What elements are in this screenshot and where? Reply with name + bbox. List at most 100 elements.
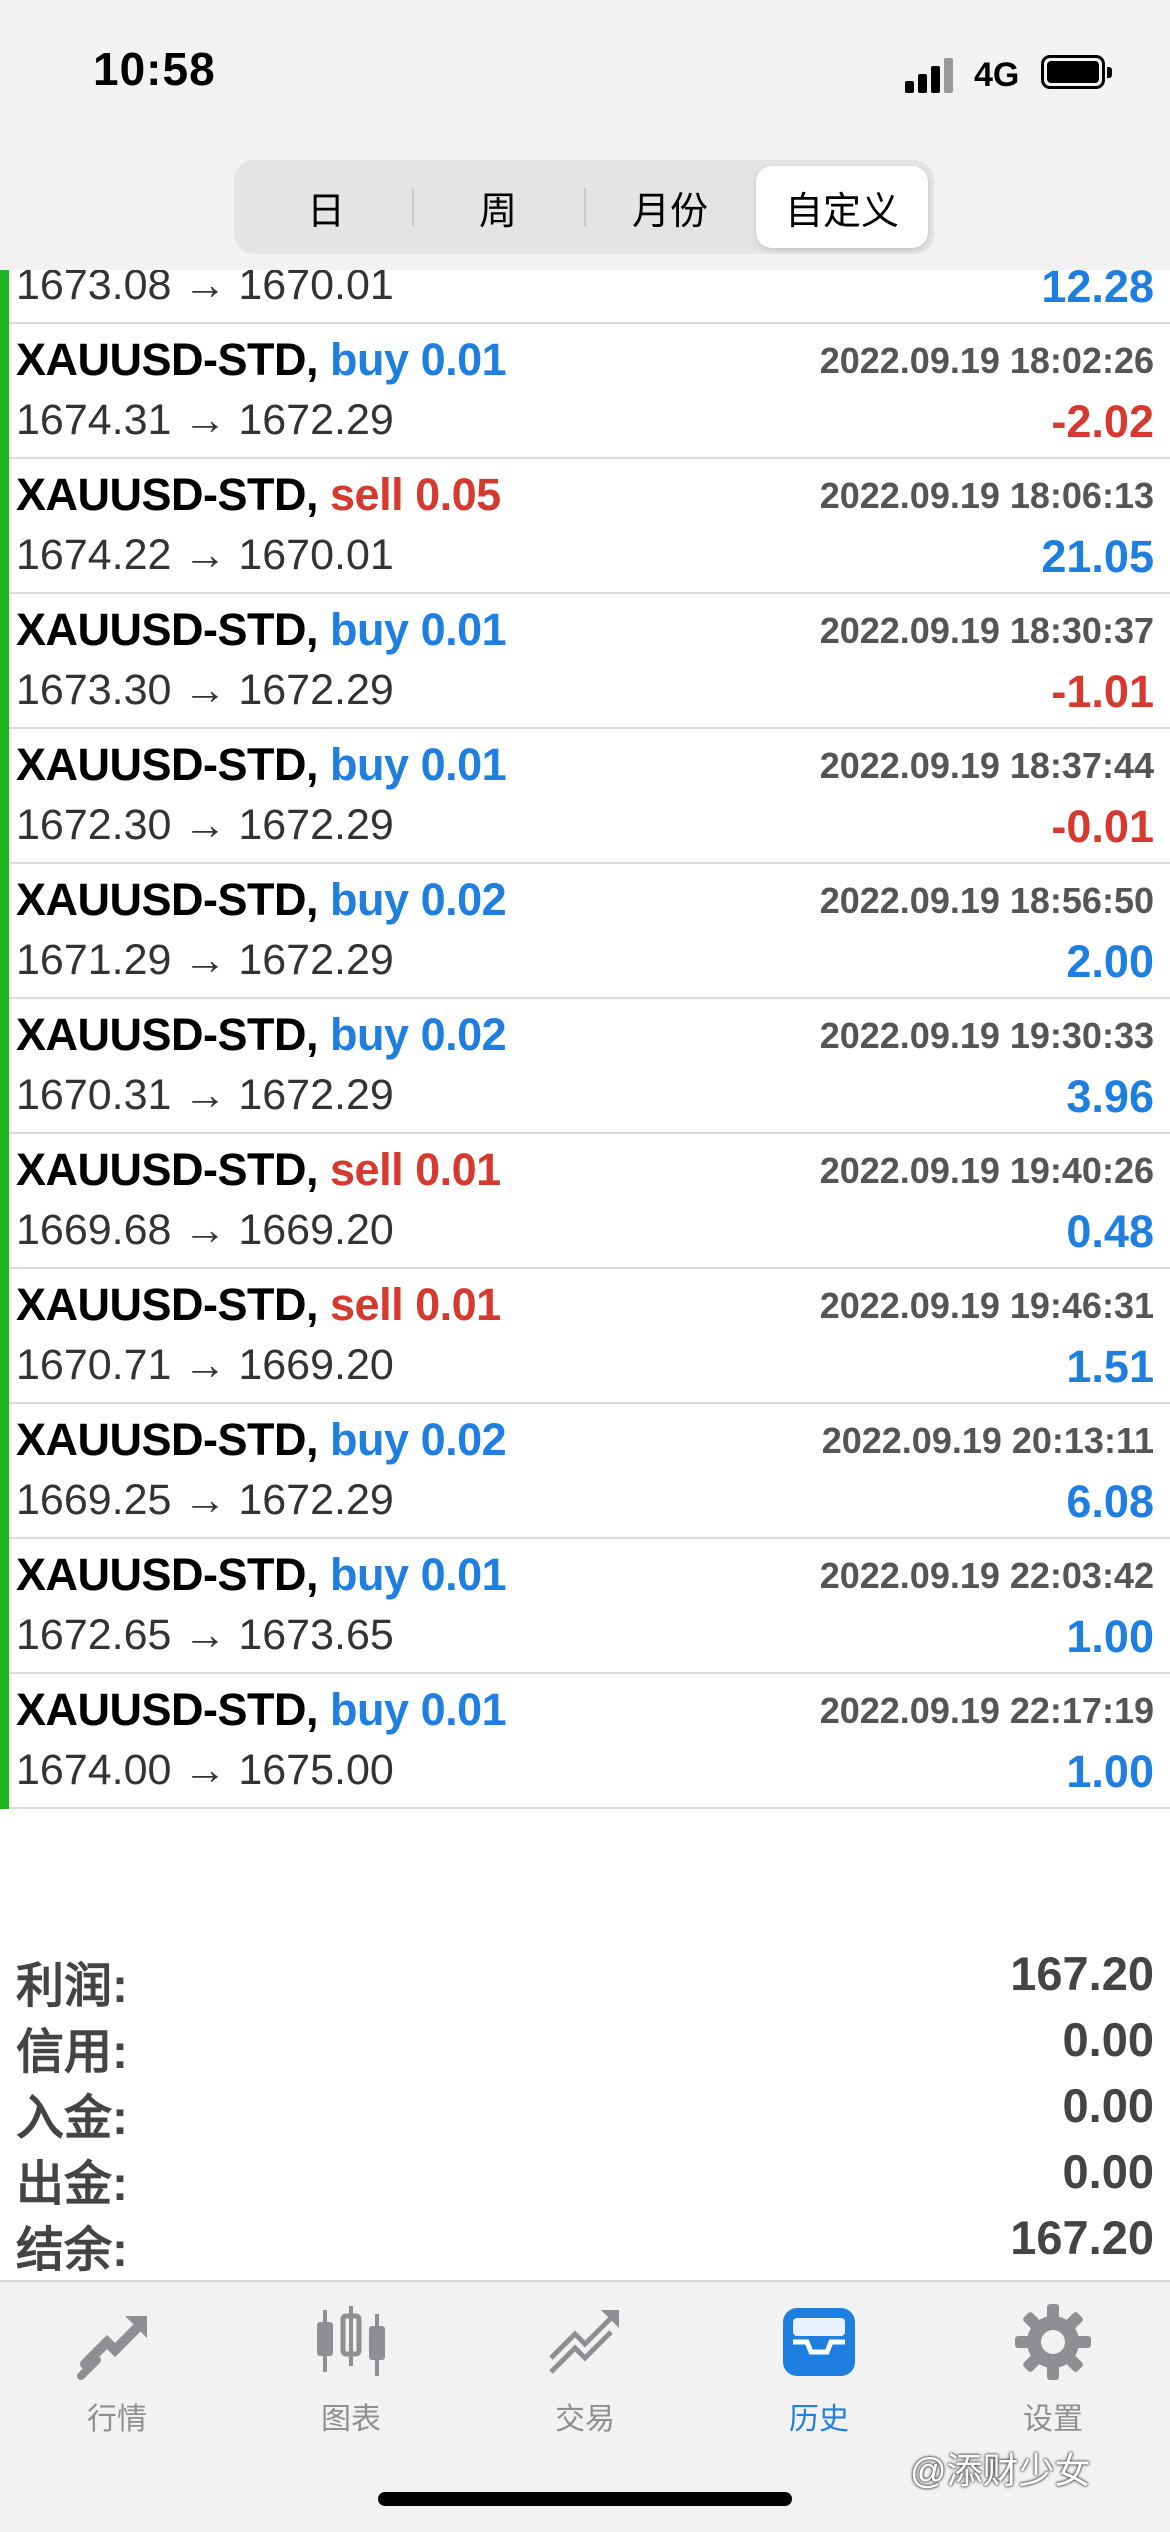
period-segmented-control: 日周月份 自定义	[234, 160, 934, 254]
trade-symbol: XAUUSD-STD, buy 0.02	[16, 1009, 507, 1061]
summary-value: 0.00	[1062, 2013, 1154, 2066]
trade-type: sell	[330, 469, 404, 520]
trade-prices: 1671.29 → 1672.29	[16, 936, 394, 985]
trade-profit: 21.05	[1041, 531, 1154, 582]
tab-settings[interactable]: 设置	[936, 2302, 1170, 2452]
tab-label: 交易	[555, 2403, 615, 2436]
tab-trade[interactable]: 交易	[468, 2302, 702, 2452]
trade-type: sell	[330, 1279, 404, 1330]
open-price: 1670.71	[16, 1341, 172, 1389]
open-price: 1670.31	[16, 1071, 172, 1119]
open-price: 1674.31	[16, 396, 172, 444]
trade-symbol: XAUUSD-STD, buy 0.02	[16, 874, 507, 926]
tab-label: 图表	[321, 2403, 381, 2436]
trade-prices: 1673.30 → 1672.29	[16, 666, 394, 715]
trade-profit: 1.51	[1066, 1341, 1154, 1392]
close-price: 1672.29	[238, 396, 394, 444]
trade-row[interactable]: XAUUSD-STD, buy 0.01 2022.09.19 18:02:26 1…	[0, 324, 1170, 459]
trade-profit: 1.00	[1066, 1611, 1154, 1662]
tab-label: 行情	[87, 2403, 147, 2436]
trade-icon	[545, 2302, 625, 2382]
trade-symbol: XAUUSD-STD, sell 0.01	[16, 1144, 501, 1196]
trade-profit: 2.00	[1066, 936, 1154, 987]
period-tab-0[interactable]: 日	[240, 166, 412, 248]
close-price: 1673.65	[238, 1611, 394, 1659]
trade-time: 2022.09.19 18:37:44	[819, 745, 1154, 786]
trade-volume: 0.01	[420, 1684, 507, 1735]
arrow-icon: →	[183, 1746, 227, 1794]
trade-row[interactable]: XAUUSD-STD, buy 0.02 2022.09.19 18:56:50 1…	[0, 864, 1170, 999]
trade-type: buy	[330, 1549, 409, 1600]
period-selector-bar: 日周月份 自定义	[0, 150, 1170, 270]
tab-label: 设置	[1023, 2403, 1083, 2436]
summary-row: 利润: 167.20	[0, 1942, 1170, 2013]
summary-label: 结余:	[16, 2224, 128, 2277]
trade-profit: -0.01	[1051, 801, 1154, 852]
trade-prices: 1674.31 → 1672.29	[16, 396, 394, 445]
chart-icon	[311, 2302, 391, 2382]
trade-row[interactable]: XAUUSD-STD, sell 0.05 2022.09.19 18:06:13…	[0, 459, 1170, 594]
arrow-icon: →	[183, 396, 227, 444]
trade-volume: 0.01	[415, 1279, 501, 1330]
arrow-icon: →	[183, 801, 227, 849]
trade-volume: 0.01	[420, 604, 507, 655]
trade-row[interactable]: XAUUSD-STD, buy 0.01 2022.09.19 18:30:37 1…	[0, 594, 1170, 729]
summary-value: 167.20	[1010, 1947, 1154, 2000]
trade-row[interactable]: XAUUSD-STD, sell 0.01 2022.09.19 19:46:31…	[0, 1269, 1170, 1404]
trade-row[interactable]: XAUUSD-STD, buy 0.01 2022.09.19 18:37:44 1…	[0, 729, 1170, 864]
trade-time: 2022.09.19 18:02:26	[819, 340, 1154, 381]
trade-time: 2022.09.19 18:06:13	[819, 475, 1154, 516]
trade-prices: 1674.00 → 1675.00	[16, 1746, 394, 1795]
trade-row[interactable]: XAUUSD-STD, buy 0.01 2022.09.19 22:17:19 1…	[0, 1674, 1170, 1809]
summary-value: 167.20	[1010, 2211, 1154, 2264]
arrow-icon: →	[183, 936, 227, 984]
trade-prices: 1669.68 → 1669.20	[16, 1206, 394, 1255]
arrow-icon: →	[183, 1611, 227, 1659]
summary-row: 信用: 0.00	[0, 2008, 1170, 2079]
summary-row: 出金: 0.00	[0, 2140, 1170, 2211]
tab-chart[interactable]: 图表	[234, 2302, 468, 2452]
trade-prices: 1672.65 → 1673.65	[16, 1611, 394, 1660]
trade-volume: 0.01	[415, 1144, 501, 1195]
tab-quotes[interactable]: 行情	[0, 2302, 234, 2452]
trade-profit: 3.96	[1066, 1071, 1154, 1122]
period-tab-2[interactable]: 月份	[584, 166, 756, 248]
trade-prices: 1669.25 → 1672.29	[16, 1476, 394, 1525]
trade-profit: 6.08	[1066, 1476, 1154, 1527]
summary-value: 0.00	[1062, 2079, 1154, 2132]
trade-type: buy	[330, 1414, 409, 1465]
period-tab-1[interactable]: 周	[412, 166, 584, 248]
trade-symbol: XAUUSD-STD, buy 0.02	[16, 1414, 507, 1466]
status-time: 10:58	[93, 43, 216, 95]
period-tab-3[interactable]: 自定义	[756, 166, 928, 248]
battery-icon	[1041, 55, 1112, 89]
arrow-icon: →	[183, 1341, 227, 1389]
open-price: 1669.25	[16, 1476, 172, 1524]
trade-profit: -2.02	[1051, 396, 1154, 447]
trade-symbol: XAUUSD-STD, sell 0.05	[16, 469, 501, 521]
trade-row[interactable]: XAUUSD-STD, sell 0.01 2022.09.19 19:40:26…	[0, 1134, 1170, 1269]
close-price: 1672.29	[238, 1071, 394, 1119]
app-root: XAUUSD-STD, sell 0.042022.09.19 18:01:03…	[0, 0, 1170, 2532]
trade-row[interactable]: XAUUSD-STD, buy 0.02 2022.09.19 20:13:11 1…	[0, 1404, 1170, 1539]
close-price: 1672.29	[238, 666, 394, 714]
trade-history-list[interactable]: XAUUSD-STD, sell 0.042022.09.19 18:01:03…	[0, 54, 1170, 1809]
open-price: 1674.22	[16, 531, 172, 579]
trade-row[interactable]: XAUUSD-STD, buy 0.01 2022.09.19 22:03:42 1…	[0, 1539, 1170, 1674]
tab-history[interactable]: 历史	[702, 2302, 936, 2452]
trade-volume: 0.02	[420, 874, 507, 925]
arrow-icon: →	[183, 666, 227, 714]
trade-symbol-text: XAUUSD-STD,	[16, 874, 319, 925]
tab-label: 历史	[789, 2403, 849, 2436]
trade-symbol-text: XAUUSD-STD,	[16, 334, 319, 385]
open-price: 1672.30	[16, 801, 172, 849]
trade-symbol-text: XAUUSD-STD,	[16, 604, 319, 655]
trade-row[interactable]: XAUUSD-STD, buy 0.02 2022.09.19 19:30:33 1…	[0, 999, 1170, 1134]
quotes-icon	[77, 2302, 157, 2382]
trade-symbol-text: XAUUSD-STD,	[16, 1684, 319, 1735]
trade-symbol-text: XAUUSD-STD,	[16, 469, 319, 520]
open-price: 1671.29	[16, 936, 172, 984]
trade-type: buy	[330, 1009, 409, 1060]
trade-type: buy	[330, 1684, 409, 1735]
trade-type: buy	[330, 874, 409, 925]
